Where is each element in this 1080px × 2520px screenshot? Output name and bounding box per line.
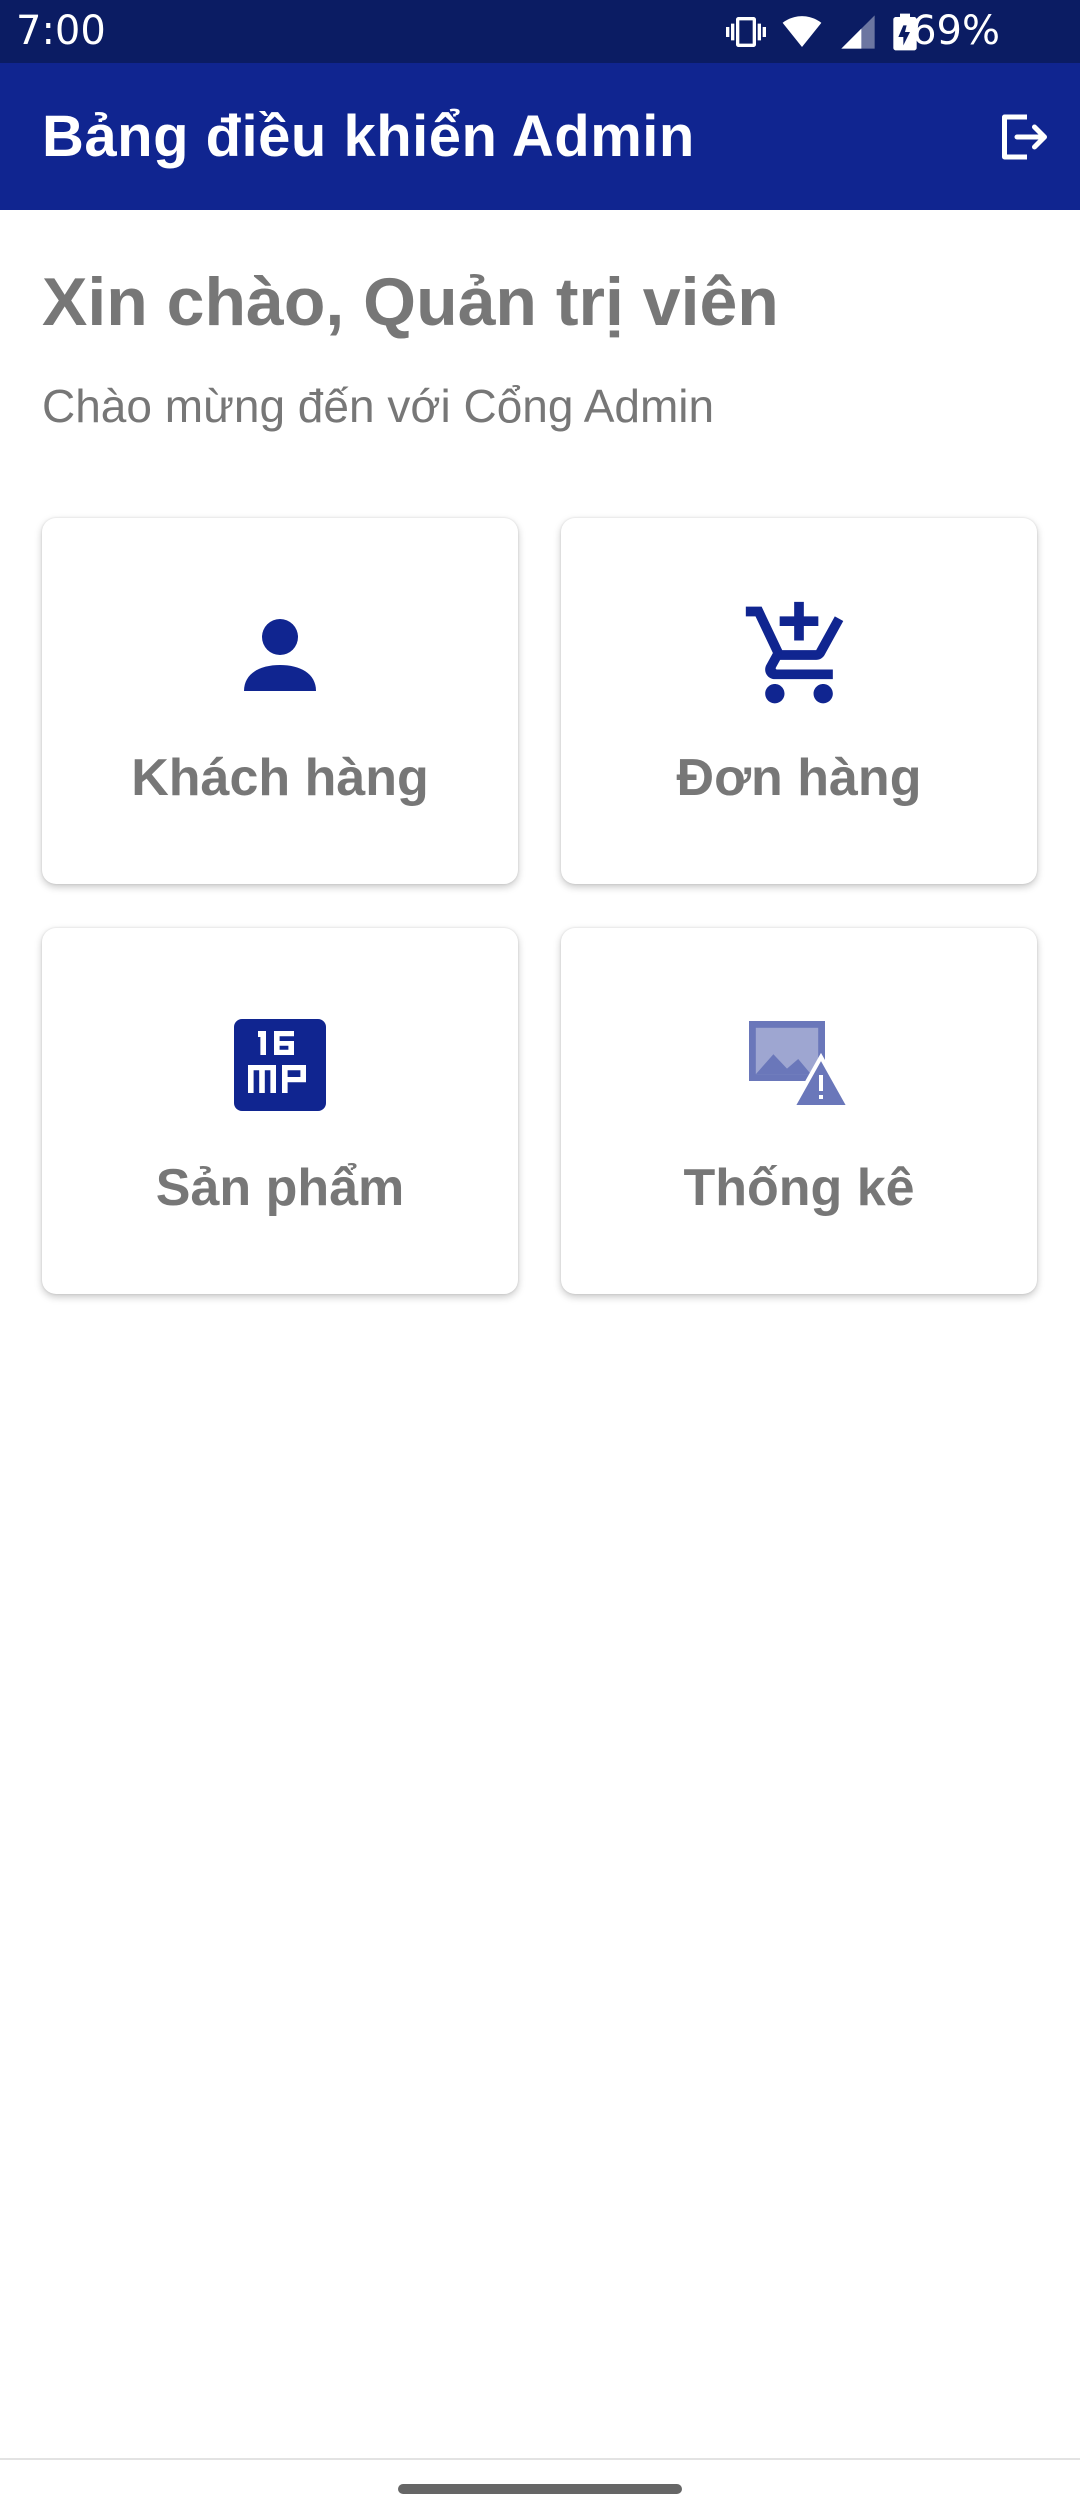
home-gesture-handle[interactable] bbox=[398, 2484, 682, 2494]
customers-card-label: Khách hàng bbox=[131, 749, 429, 807]
greeting-subtitle: Chào mừng đến với Cổng Admin bbox=[42, 380, 715, 432]
broken-image-icon bbox=[561, 1010, 1037, 1120]
orders-card-label: Đơn hàng bbox=[676, 749, 922, 807]
stats-card[interactable]: Thống kê bbox=[561, 928, 1037, 1294]
logout-button[interactable] bbox=[986, 101, 1058, 173]
logout-icon bbox=[1002, 114, 1047, 160]
person-icon bbox=[42, 600, 518, 710]
16mp-icon bbox=[42, 1010, 518, 1120]
add-shopping-cart-icon bbox=[561, 600, 1037, 710]
signal-icon bbox=[838, 12, 878, 52]
status-time: 7:00 bbox=[16, 8, 106, 54]
app-bar: Bảng điều khiển Admin bbox=[0, 63, 1080, 210]
products-card-label: Sản phẩm bbox=[155, 1159, 405, 1217]
status-bar: 7:00 69% bbox=[0, 0, 1080, 63]
stats-card-label: Thống kê bbox=[683, 1159, 915, 1217]
wifi-icon bbox=[780, 12, 824, 52]
greeting-title: Xin chào, Quản trị viên bbox=[42, 264, 779, 340]
products-card[interactable]: Sản phẩm bbox=[42, 928, 518, 1294]
customers-card[interactable]: Khách hàng bbox=[42, 518, 518, 884]
battery-percent: 69% bbox=[911, 8, 1000, 54]
orders-card[interactable]: Đơn hàng bbox=[561, 518, 1037, 884]
vibrate-icon bbox=[726, 12, 766, 52]
bottom-divider bbox=[0, 2458, 1080, 2460]
app-title: Bảng điều khiển Admin bbox=[42, 104, 695, 169]
